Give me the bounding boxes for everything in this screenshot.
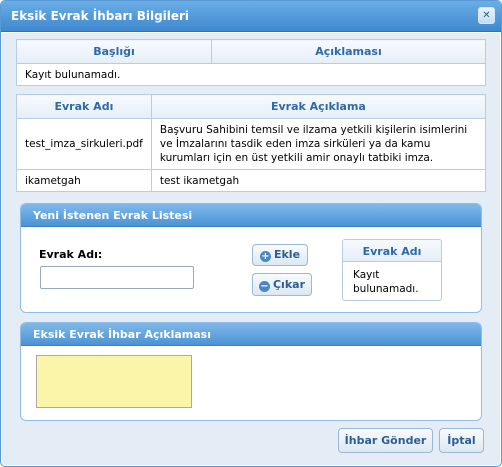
notices-empty-text: Kayıt bulunamadı. bbox=[16, 63, 486, 86]
table-row[interactable]: test_imza_sirkuleri.pdf Başvuru Sahibini… bbox=[16, 118, 487, 170]
cancel-button[interactable]: İptal bbox=[439, 428, 484, 453]
new-docs-title: Yeni İstenen Evrak Listesi bbox=[21, 204, 481, 227]
plus-icon: + bbox=[259, 251, 271, 262]
add-button[interactable]: + Ekle bbox=[252, 244, 308, 266]
dialog-title: Eksik Evrak İhbarı Bilgileri bbox=[11, 9, 190, 23]
dialog-titlebar[interactable]: Eksik Evrak İhbarı Bilgileri ✕ bbox=[1, 1, 501, 32]
document-name-label: Evrak Adı: bbox=[39, 248, 103, 261]
table-row[interactable]: ikametgah test ikametgah bbox=[16, 169, 487, 192]
document-name: ikametgah bbox=[16, 169, 152, 192]
dialog-window: Eksik Evrak İhbarı Bilgileri ✕ Başlığı A… bbox=[0, 0, 502, 467]
new-docs-list-empty: Kayıt bulunamadı. bbox=[353, 269, 419, 295]
remove-button-label: Çıkar bbox=[272, 278, 305, 291]
add-button-label: Ekle bbox=[273, 248, 301, 261]
dialog-content: Başlığı Açıklaması Kayıt bulunamadı. Evr… bbox=[2, 33, 500, 465]
new-docs-list-header[interactable]: Evrak Adı bbox=[343, 240, 441, 262]
notice-desc-textarea[interactable] bbox=[36, 355, 192, 408]
notices-table: Başlığı Açıklaması Kayıt bulunamadı. bbox=[16, 39, 486, 86]
remove-button[interactable]: − Çıkar bbox=[252, 273, 312, 296]
document-desc: Başvuru Sahibini temsil ve ilzama yetkil… bbox=[150, 118, 487, 170]
document-name: test_imza_sirkuleri.pdf bbox=[16, 118, 152, 170]
documents-table: Evrak Adı Evrak Açıklama test_imza_sirku… bbox=[16, 94, 487, 192]
documents-header-name[interactable]: Evrak Adı bbox=[16, 94, 152, 119]
documents-header-desc[interactable]: Evrak Açıklama bbox=[150, 94, 487, 119]
notices-header-desc[interactable]: Açıklaması bbox=[211, 39, 486, 64]
minus-icon: − bbox=[258, 281, 270, 292]
new-docs-list: Evrak Adı Kayıt bulunamadı. bbox=[342, 239, 442, 301]
send-notice-button[interactable]: İhbar Gönder bbox=[338, 428, 433, 453]
notice-desc-title: Eksik Evrak İhbar Açıklaması bbox=[21, 323, 481, 346]
document-name-input[interactable] bbox=[40, 266, 194, 289]
close-icon[interactable]: ✕ bbox=[478, 7, 495, 24]
notices-header-title[interactable]: Başlığı bbox=[16, 39, 212, 64]
document-desc: test ikametgah bbox=[150, 169, 487, 192]
